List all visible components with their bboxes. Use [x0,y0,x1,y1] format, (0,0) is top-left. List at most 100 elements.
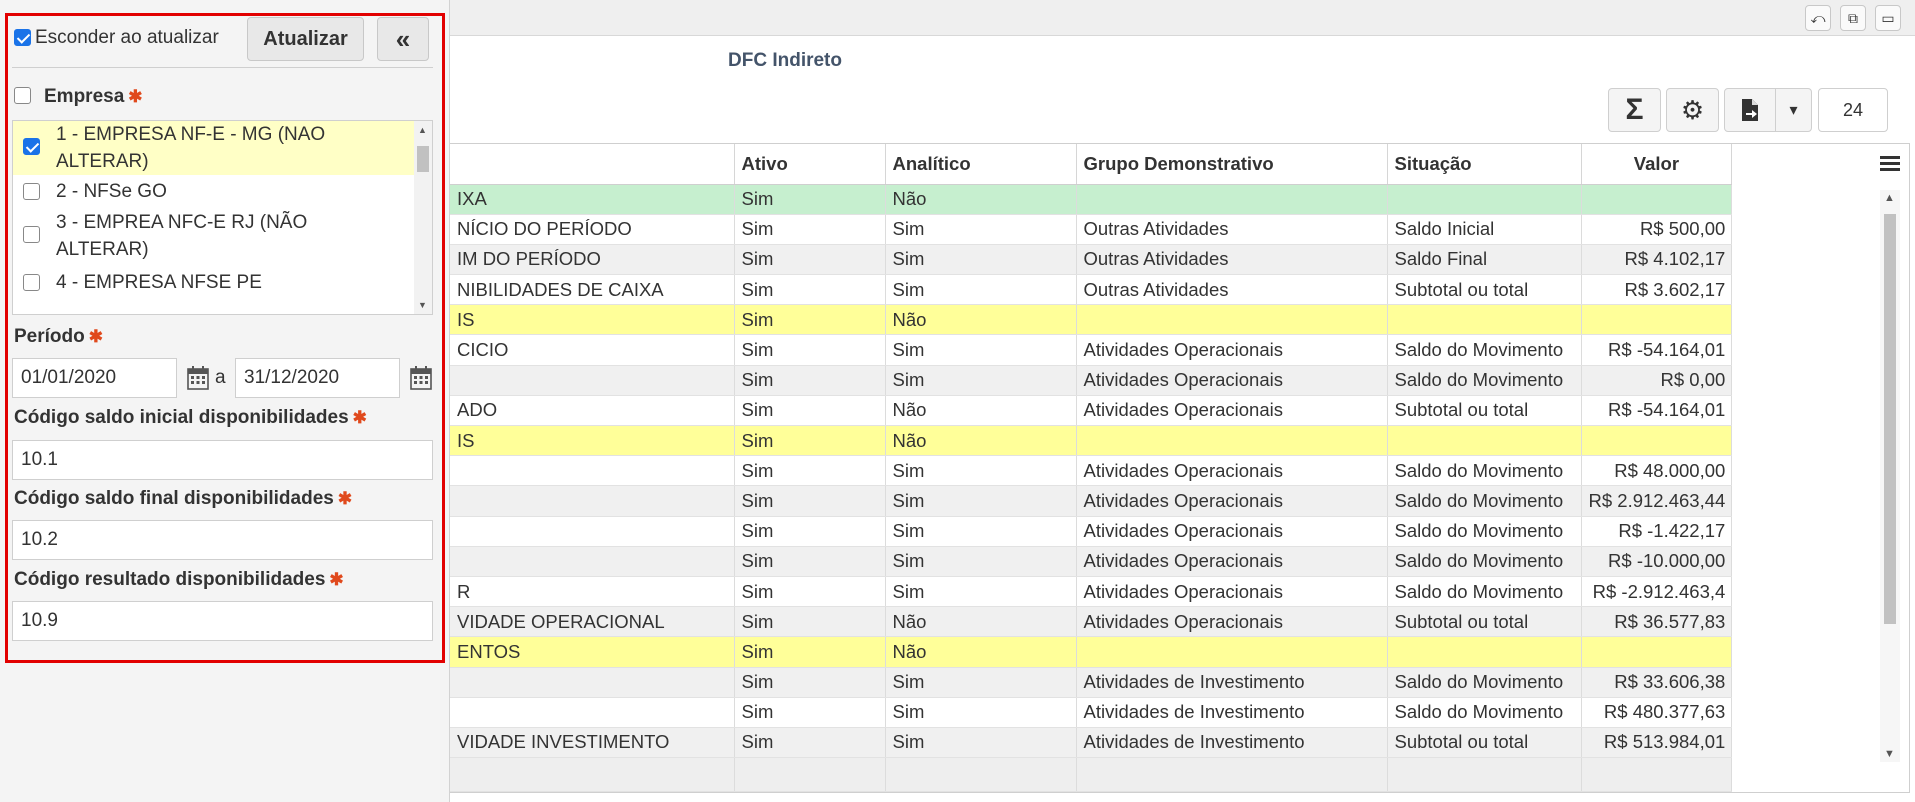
cell-situacao: Saldo do Movimento [1387,365,1582,396]
hide-on-update-checkbox[interactable] [14,29,31,46]
table-row[interactable]: CICIO Sim Sim Atividades Operacionais Saldo … [450,334,1733,366]
calendar-icon[interactable] [410,366,432,390]
cell-valor: R$ -10.000,00 [1581,546,1733,577]
calendar-icon[interactable] [187,366,209,390]
table-row[interactable]: Sim Sim Atividades Operacionais Saldo do Mo… [450,516,1733,547]
collapse-panel-button[interactable]: « [377,17,429,61]
col-header-situacao[interactable]: Situação [1387,144,1582,185]
vertical-scrollbar[interactable]: ▲ ▼ [1880,190,1900,762]
scrollbar-thumb[interactable] [417,146,429,172]
sum-button[interactable]: Σ [1608,88,1661,132]
table-row[interactable]: Sim Sim Atividades Operacionais Saldo do Mo… [450,365,1733,396]
empresa-option-3[interactable]: 3 - EMPREA NFC-E RJ (NÃO ALTERAR) [13,209,415,263]
cell-valor: R$ -54.164,01 [1581,334,1733,366]
cell-analitico: Não [885,395,1077,427]
cell-ativo: Sim [734,636,886,668]
table-row[interactable]: ENTOS Sim Não [450,636,1733,668]
column-menu-icon[interactable] [1880,153,1900,173]
cell-grupo: Atividades Operacionais [1076,455,1388,487]
required-icon: ✱ [337,489,353,508]
cell-grupo: Atividades Operacionais [1076,485,1388,517]
scrollbar-thumb[interactable] [1884,214,1896,624]
cell-valor [1581,636,1733,668]
table-row[interactable]: NÍCIO DO PERÍODO Sim Sim Outras Atividades S… [450,214,1733,245]
empresa-option-4[interactable]: 4 - EMPRESA NFSE PE [13,269,415,296]
cell-ativo: Sim [734,697,886,728]
table-row[interactable]: IS Sim Não [450,304,1733,336]
saldo-inicial-input[interactable]: 10.1 [12,440,433,480]
scroll-down-icon[interactable]: ▼ [418,300,427,310]
scroll-up-icon[interactable]: ▲ [1884,192,1895,204]
table-row[interactable]: Sim Sim Atividades Operacionais Saldo do Mo… [450,455,1733,487]
col-header-grupo[interactable]: Grupo Demonstrativo [1076,144,1388,185]
col-header-descricao[interactable] [450,144,735,185]
saldo-final-input[interactable]: 10.2 [12,520,433,560]
table-row[interactable]: Sim Sim Atividades de Investimento Saldo do… [450,667,1733,698]
empresa-option-checkbox[interactable] [23,274,40,291]
saldo-inicial-label: Código saldo inicial disponibilidades ✱ [14,407,367,428]
cell-ativo: Sim [734,365,886,396]
table-footer-row [450,757,1733,793]
empresa-option-text: 4 - EMPRESA NFSE PE [56,272,262,293]
cell-grupo: Atividades Operacionais [1076,334,1388,366]
empresa-option-checkbox[interactable] [23,226,40,243]
cell-valor: R$ 33.606,38 [1581,667,1733,698]
maximize-icon[interactable]: ▭ [1875,5,1901,31]
cell-grupo: Atividades Operacionais [1076,606,1388,638]
col-header-valor[interactable]: Valor [1581,144,1733,185]
cell-analitico: Sim [885,546,1077,577]
cell-analitico: Sim [885,455,1077,487]
cell-ativo: Sim [734,395,886,427]
empresa-list-scrollbar[interactable]: ▲ ▼ [414,121,432,314]
settings-button[interactable]: ⚙ [1666,88,1719,132]
col-header-ativo[interactable]: Ativo [734,144,886,185]
cell-valor [1581,425,1733,457]
periodo-to-input[interactable]: 31/12/2020 [235,358,400,398]
report-title: DFC Indireto [728,50,842,71]
scroll-down-icon[interactable]: ▼ [1884,748,1895,760]
table-row[interactable]: Sim Sim Atividades Operacionais Saldo do Mo… [450,485,1733,517]
update-button[interactable]: Atualizar [247,17,364,61]
empresa-option-checkbox[interactable] [23,183,40,200]
cell-valor: R$ 500,00 [1581,214,1733,245]
table-row[interactable]: IXA Sim Não [450,184,1733,215]
cell-ativo: Sim [734,214,886,245]
cell-analitico: Não [885,606,1077,638]
table-row[interactable]: VIDADE OPERACIONAL Sim Não Atividades Opera… [450,606,1733,638]
cell-descricao: NÍCIO DO PERÍODO [450,214,735,245]
table-row[interactable]: R Sim Sim Atividades Operacionais Saldo do M… [450,576,1733,608]
cell-analitico: Não [885,425,1077,457]
table-row[interactable]: IS Sim Não [450,425,1733,457]
divider [12,67,433,68]
table-row[interactable]: NIBILIDADES DE CAIXA Sim Sim Outras Ativida… [450,274,1733,306]
export-button[interactable] [1724,88,1776,132]
periodo-separator: a [215,367,226,388]
undo-icon[interactable]: ⤺ [1805,5,1831,31]
empresa-option-2[interactable]: 2 - NFSe GO [13,178,415,205]
empresa-option-1[interactable]: 1 - EMPRESA NF-E - MG (NAO ALTERAR) [13,121,415,175]
cell-grupo: Atividades Operacionais [1076,546,1388,577]
page-size-field[interactable]: 24 [1818,88,1888,132]
cell-grupo: Outras Atividades [1076,214,1388,245]
table-row[interactable]: VIDADE INVESTIMENTO Sim Sim Atividades de I… [450,727,1733,759]
link-icon[interactable]: ⧉ [1840,5,1866,31]
report-grid: Ativo Analítico Grupo Demonstrativo Situ… [450,143,1910,793]
periodo-from-input[interactable]: 01/01/2020 [12,358,177,398]
table-row[interactable]: Sim Sim Atividades Operacionais Saldo do Mo… [450,546,1733,577]
col-header-analitico[interactable]: Analítico [885,144,1077,185]
export-dropdown-button[interactable]: ▾ [1775,88,1812,132]
scroll-up-icon[interactable]: ▲ [418,125,427,135]
cell-descricao [450,697,735,728]
cell-situacao [1387,636,1582,668]
empresa-select-all-checkbox[interactable] [14,87,31,104]
table-row[interactable]: Sim Sim Atividades de Investimento Saldo do… [450,697,1733,728]
table-row[interactable]: ADO Sim Não Atividades Operacionais Subtotal… [450,395,1733,427]
cell-descricao: R [450,576,735,608]
cell-ativo: Sim [734,485,886,517]
resultado-input[interactable]: 10.9 [12,601,433,641]
cell-ativo: Sim [734,244,886,276]
table-row[interactable]: IM DO PERÍODO Sim Sim Outras Atividades Sald… [450,244,1733,276]
table-body: IXA Sim Não NÍCIO DO PERÍODO Sim Sim Outras At… [450,184,1733,793]
empresa-option-checkbox[interactable] [23,138,40,155]
cell-grupo [1076,304,1388,336]
